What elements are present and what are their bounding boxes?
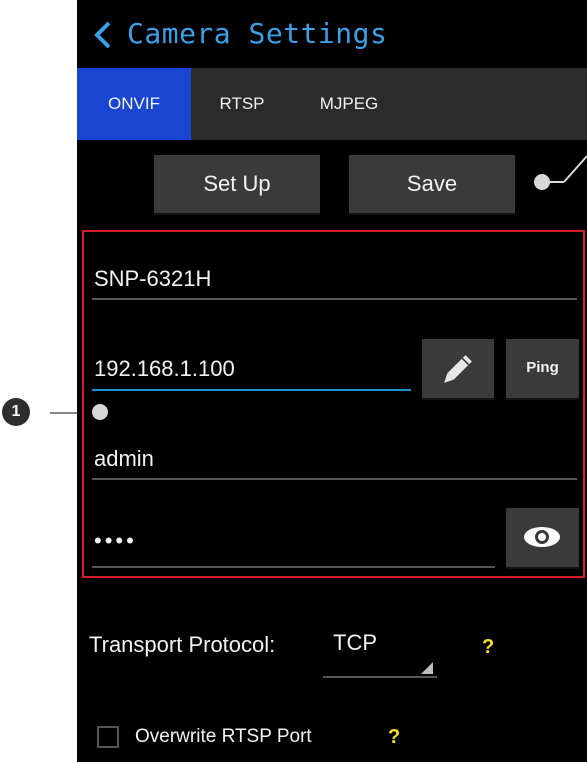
password-field[interactable]: •••• — [94, 528, 137, 554]
model-field[interactable]: SNP-6321H — [94, 266, 211, 292]
transport-help-icon[interactable]: ? — [482, 636, 494, 659]
phone-screen: Camera Settings ONVIF RTSP MJPEG Set Up … — [77, 0, 587, 762]
tab-rtsp[interactable]: RTSP — [199, 68, 285, 140]
model-field-underline — [92, 298, 577, 300]
username-field[interactable]: admin — [94, 446, 154, 472]
show-password-button[interactable] — [506, 508, 579, 567]
setup-button[interactable]: Set Up — [154, 155, 320, 213]
form-callout-dot — [92, 404, 108, 420]
tab-onvif[interactable]: ONVIF — [77, 68, 191, 140]
dropdown-underline — [323, 676, 437, 678]
overwrite-help-icon[interactable]: ? — [388, 726, 400, 749]
password-underline — [92, 566, 495, 568]
page-title: Camera Settings — [127, 17, 388, 50]
dropdown-arrow-icon — [421, 662, 433, 674]
callout-number-1: 1 — [2, 398, 30, 426]
save-callout-line — [542, 155, 587, 183]
edit-ip-button[interactable] — [422, 339, 494, 398]
ip-address-field[interactable]: 192.168.1.100 — [94, 356, 235, 382]
tab-mjpeg[interactable]: MJPEG — [299, 68, 399, 140]
overwrite-rtsp-port-checkbox[interactable] — [97, 726, 119, 748]
transport-protocol-dropdown[interactable]: TCP — [323, 628, 437, 678]
transport-protocol-label: Transport Protocol: — [89, 632, 276, 657]
username-underline — [92, 478, 577, 480]
save-button[interactable]: Save — [349, 155, 515, 213]
pencil-icon — [444, 355, 472, 383]
title-bar: Camera Settings — [77, 0, 587, 68]
ip-address-underline — [92, 389, 411, 391]
protocol-tabs: ONVIF RTSP MJPEG — [77, 68, 587, 140]
eye-icon — [524, 527, 560, 547]
ping-button[interactable]: Ping — [506, 339, 579, 398]
overwrite-rtsp-port-label: Overwrite RTSP Port — [135, 726, 312, 747]
transport-protocol-value: TCP — [333, 630, 377, 655]
chevron-left-icon[interactable] — [91, 20, 115, 50]
